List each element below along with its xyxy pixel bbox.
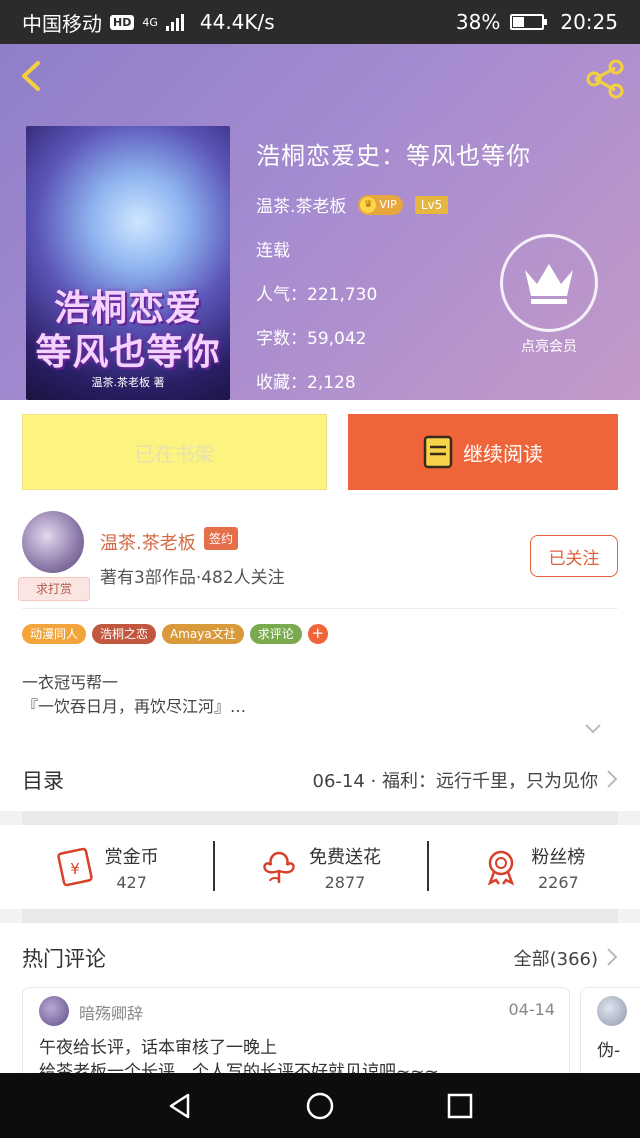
intro-line: 『一饮吞日月，再饮尽江河』… <box>22 697 247 716</box>
comments-title: 热门评论 <box>22 947 106 971</box>
section-divider <box>22 811 618 825</box>
catalog-title: 目录 <box>22 769 64 793</box>
follow-button[interactable]: 已关注 <box>530 535 618 577</box>
book-icon <box>423 435 453 469</box>
word-count: 字数：59,042 <box>256 329 367 349</box>
all-comments-link[interactable]: 全部(366) <box>514 945 598 971</box>
signal-icon <box>165 13 184 31</box>
status-bar: 中国移动 HD 4G 44.4K/s 38% 20:25 <box>0 0 640 44</box>
comment-text: 午夜给长评，话本审核了一晚上 给茶老板一个长评，个人写的长评不好就见谅吧~~~ <box>39 1038 439 1073</box>
comment-text: 伪- <box>597 1041 621 1061</box>
support-strip: ¥ 赏金币 427 免费送花 2877 粉丝榜 2267 <box>0 825 640 909</box>
book-intro[interactable]: 一衣冠丐帮一 『一饮吞日月，再饮尽江河』… <box>22 671 246 719</box>
latest-chapter: 06-14 · 福利：远行千里，只为见你 <box>312 771 598 792</box>
comment-date: 04-14 <box>508 1000 556 1019</box>
author-avatar[interactable] <box>22 511 84 573</box>
red-envelope-icon: ¥ <box>56 847 93 887</box>
tag-chip[interactable]: 浩桐之恋 <box>92 624 157 644</box>
crown-icon: ♛ <box>360 196 377 213</box>
cover-author: 温茶.茶老板 著 <box>91 376 165 389</box>
comment-card[interactable]: 暗殇卿辞 04-14 午夜给长评，话本审核了一晚上 给茶老板一个长评，个人写的长… <box>22 987 570 1073</box>
favorites-count: 收藏：2,128 <box>256 373 356 393</box>
tag-list: 动漫同人 浩桐之恋 Amaya文社 求评论 + <box>22 624 328 644</box>
author-name-link[interactable]: 温茶.茶老板 <box>100 529 196 555</box>
carrier-name: 中国移动 <box>22 11 102 36</box>
network-type: 4G <box>142 15 158 29</box>
back-triangle-icon[interactable] <box>166 1092 194 1120</box>
back-arrow-icon[interactable] <box>14 58 50 94</box>
vip-badge: ♛ VIP <box>358 194 403 215</box>
section-divider <box>22 909 618 923</box>
divider <box>22 608 618 609</box>
catalog-row[interactable]: 目录 06-14 · 福利：远行千里，只为见你 <box>0 745 640 811</box>
book-title: 浩桐恋爱史：等风也等你 <box>256 142 531 170</box>
commenter-avatar[interactable] <box>597 996 627 1026</box>
author-name[interactable]: 温茶.茶老板 <box>256 192 346 217</box>
network-speed: 44.4K/s <box>199 10 275 34</box>
hot-comments: 热门评论 全部(366) 暗殇卿辞 04-14 午夜给长评，话本审核了一晚上 给… <box>0 923 640 1073</box>
level-badge: Lv5 <box>414 195 449 214</box>
crown-icon <box>500 234 598 332</box>
medal-icon <box>488 850 515 886</box>
continue-reading-button[interactable]: 继续阅读 <box>348 414 618 490</box>
comment-card[interactable]: 伪- <box>580 987 640 1073</box>
author-row: 温茶.茶老板 ♛ VIP Lv5 <box>256 192 449 217</box>
author-stats: 著有3部作品·482人关注 <box>100 568 285 588</box>
chevron-right-icon <box>607 770 618 788</box>
commenter-name[interactable]: 暗殇卿辞 <box>79 1000 143 1024</box>
home-circle-icon[interactable] <box>305 1091 335 1121</box>
member-button[interactable]: 点亮会员 <box>500 234 598 356</box>
cover-title: 浩桐恋爱 等风也等你 <box>35 287 221 373</box>
author-card: 求打赏 温茶.茶老板 签约 著有3部作品·482人关注 已关注 动漫同人 浩桐之… <box>0 495 640 745</box>
hd-icon: HD <box>110 14 135 30</box>
book-cover[interactable]: 浩桐恋爱 等风也等你 温茶.茶老板 著 <box>26 126 230 400</box>
chevron-right-icon[interactable] <box>606 947 618 967</box>
tag-chip[interactable]: 动漫同人 <box>22 624 87 644</box>
commenter-avatar[interactable] <box>39 996 69 1026</box>
battery-percent: 38% <box>455 10 501 34</box>
expand-chevron-icon[interactable] <box>584 723 602 735</box>
popularity: 人气：221,730 <box>256 285 378 305</box>
reward-coins-button[interactable]: ¥ 赏金币 427 <box>0 825 213 909</box>
share-icon[interactable] <box>584 58 626 100</box>
intro-line: 一衣冠丐帮一 <box>22 673 119 692</box>
tag-chip[interactable]: Amaya文社 <box>162 624 244 644</box>
tag-chip[interactable]: 求评论 <box>249 624 302 644</box>
flower-icon <box>263 851 295 883</box>
continue-reading-label: 继续阅读 <box>463 441 543 466</box>
signed-badge: 签约 <box>204 527 239 550</box>
book-header: 浩桐恋爱 等风也等你 温茶.茶老板 著 浩桐恋爱史：等风也等你 温茶.茶老板 ♛… <box>0 44 640 400</box>
serial-status: 连载 <box>256 241 290 261</box>
clock: 20:25 <box>560 10 618 34</box>
svg-text:¥: ¥ <box>70 860 80 878</box>
member-label: 点亮会员 <box>521 339 577 355</box>
recents-square-icon[interactable] <box>446 1092 474 1120</box>
battery-icon <box>510 14 548 30</box>
add-tag-button[interactable]: + <box>307 624 328 644</box>
in-bookshelf-button[interactable]: 已在书架 <box>22 414 327 490</box>
fan-ranking-button[interactable]: 粉丝榜 2267 <box>426 825 640 909</box>
send-flower-button[interactable]: 免费送花 2877 <box>213 825 426 909</box>
tip-badge[interactable]: 求打赏 <box>18 577 90 601</box>
action-bar: 已在书架 继续阅读 <box>0 400 640 495</box>
system-nav-bar <box>0 1073 640 1138</box>
